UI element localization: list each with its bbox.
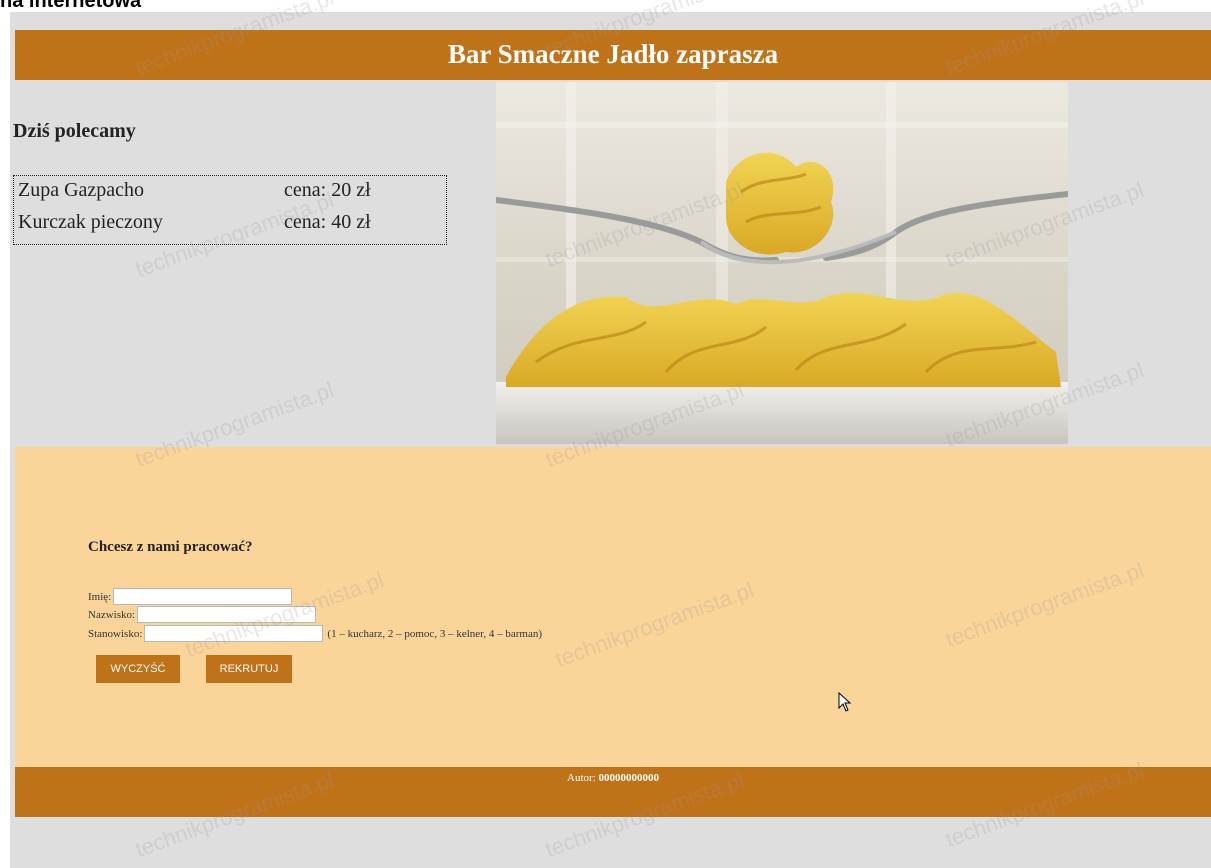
pasta-photo — [496, 82, 1068, 444]
recommend-title: Dziś polecamy — [13, 120, 136, 142]
last-name-input[interactable] — [137, 606, 317, 623]
menu-table: Zupa Gazpacho cena: 20 zł Kurczak pieczo… — [13, 175, 447, 245]
position-input[interactable] — [144, 625, 324, 642]
recruitment-title: Chcesz z nami pracować? — [88, 539, 253, 555]
first-name-row: Imię: — [88, 587, 293, 606]
recruit-button[interactable]: REKRUTUJ — [206, 655, 292, 683]
menu-item-name: Kurczak pieczony — [18, 211, 163, 233]
recruitment-section: Chcesz z nami pracować? Imię: Nazwisko: … — [15, 447, 1211, 767]
position-label: Stanowisko: — [88, 627, 143, 640]
clear-button[interactable]: WYCZYŚĆ — [96, 655, 180, 683]
mouse-pointer-icon — [838, 692, 852, 712]
last-name-label: Nazwisko: — [88, 608, 136, 621]
menu-item-price: cena: 40 zł — [284, 211, 371, 233]
pasta-photo-graphic — [496, 82, 1068, 444]
webpage-viewport: Bar Smaczne Jadło zaprasza Dziś polecamy… — [10, 0, 1211, 868]
first-name-label: Imię: — [88, 590, 112, 603]
menu-row: Zupa Gazpacho cena: 20 zł — [18, 179, 438, 209]
menu-item-price: cena: 20 zł — [284, 179, 371, 201]
author-label: Autor: — [567, 772, 596, 784]
header-title: Bar Smaczne Jadło zaprasza — [447, 39, 779, 69]
footer: Autor: 00000000000 — [15, 767, 1211, 817]
position-row: Stanowisko: (1 – kucharz, 2 – pomoc, 3 –… — [88, 624, 542, 643]
last-name-row: Nazwisko: — [88, 605, 317, 624]
first-name-input[interactable] — [113, 588, 293, 605]
header-banner: Bar Smaczne Jadło zaprasza — [15, 30, 1211, 80]
page-label: na internetowa — [0, 0, 142, 12]
menu-item-name: Zupa Gazpacho — [18, 179, 145, 201]
author-id: 00000000000 — [598, 772, 659, 784]
menu-row: Kurczak pieczony cena: 40 zł — [18, 211, 438, 241]
position-hint: (1 – kucharz, 2 – pomoc, 3 – kelner, 4 –… — [327, 627, 543, 640]
recommend-section: Dziś polecamy Zupa Gazpacho cena: 20 zł … — [10, 82, 490, 447]
